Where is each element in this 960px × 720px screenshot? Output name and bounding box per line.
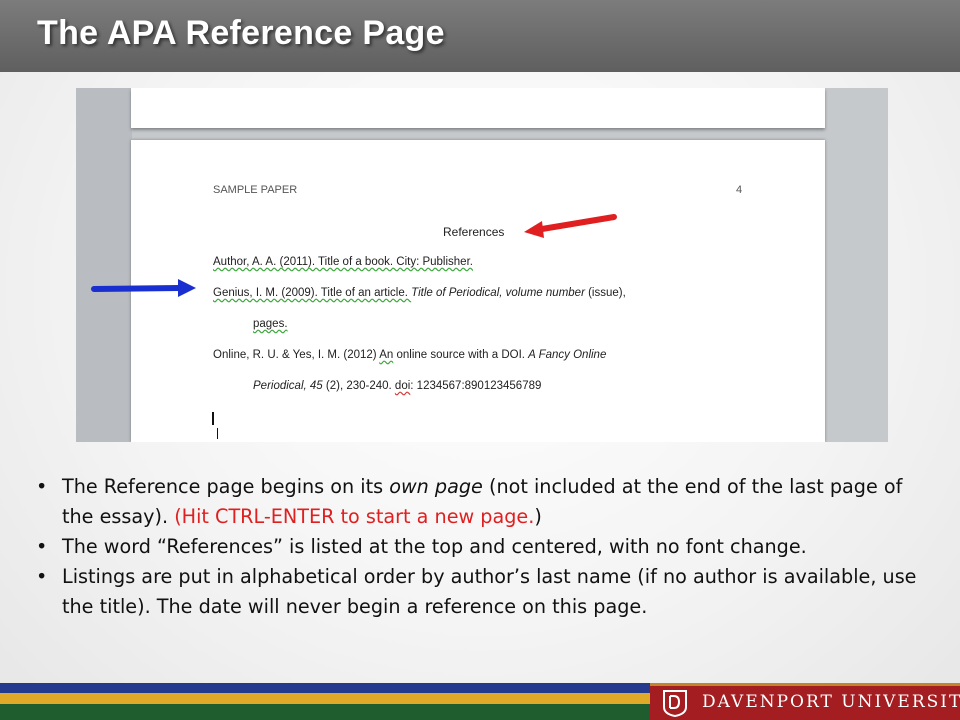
reference-entry-3-continuation: Periodical, 45 (2), 230-240. doi: 123456… bbox=[253, 380, 541, 392]
slide-title: The APA Reference Page bbox=[37, 14, 445, 52]
bullet-emphasis: own page bbox=[389, 475, 483, 498]
reference-entry-3-volume: Periodical, 45 bbox=[253, 380, 323, 392]
reference-page: SAMPLE PAPER 4 References Author, A. A. … bbox=[131, 140, 825, 442]
references-heading: References bbox=[443, 225, 505, 239]
reference-entry-3-authors: Online, R. U. & Yes, I. M. (2012) bbox=[213, 349, 380, 361]
bullet-item-own-page: • The Reference page begins on its own pa… bbox=[36, 472, 936, 532]
university-logo: DAVENPORT UNIVERSITY bbox=[650, 683, 960, 720]
title-bar: The APA Reference Page bbox=[0, 0, 960, 72]
du-shield-icon bbox=[663, 690, 687, 717]
bullet-highlight: (Hit CTRL-ENTER to start a new page. bbox=[174, 505, 535, 528]
page-number: 4 bbox=[736, 184, 743, 196]
reference-entry-3-periodical: A Fancy Online bbox=[528, 349, 607, 361]
previous-page bbox=[131, 88, 825, 128]
red-arrow-icon bbox=[524, 214, 617, 238]
bullet-text-close: ) bbox=[534, 505, 542, 528]
reference-entry-2-text: Genius, I. M. (2009). Title of an articl… bbox=[213, 287, 412, 299]
bullet-text: Listings are put in alphabetical order b… bbox=[62, 565, 917, 618]
reference-entry-3-an: An bbox=[379, 349, 394, 361]
text-cursor-shadow bbox=[217, 428, 218, 439]
reference-entry-2: Genius, I. M. (2009). Title of an articl… bbox=[213, 287, 626, 299]
blue-arrow-icon bbox=[91, 279, 196, 297]
bullet-icon: • bbox=[36, 475, 48, 498]
reference-entry-2-pages: pages. bbox=[253, 318, 288, 330]
text-cursor bbox=[212, 412, 214, 425]
bullet-text: The Reference page begins on its bbox=[62, 475, 390, 498]
reference-entry-3: Online, R. U. & Yes, I. M. (2012) An onl… bbox=[213, 349, 606, 361]
reference-entry-3-title: online source with a DOI. bbox=[393, 349, 529, 361]
reference-entry-1: Author, A. A. (2011). Title of a book. C… bbox=[213, 256, 473, 268]
bullet-item-centered: • The word “References” is listed at the … bbox=[36, 532, 936, 562]
university-name: DAVENPORT UNIVERSITY bbox=[702, 692, 960, 712]
bullet-icon: • bbox=[36, 565, 48, 588]
document-screenshot: SAMPLE PAPER 4 References Author, A. A. … bbox=[76, 88, 888, 442]
bullet-list: • The Reference page begins on its own pa… bbox=[36, 472, 936, 622]
bullet-item-alphabetical: • Listings are put in alphabetical order … bbox=[36, 562, 936, 622]
bullet-icon: • bbox=[36, 535, 48, 558]
document-gutter bbox=[76, 88, 132, 442]
reference-entry-3-doi: : 1234567:890123456789 bbox=[410, 380, 542, 392]
reference-entry-3-doi-label: doi bbox=[394, 380, 411, 392]
bullet-text: The word “References” is listed at the t… bbox=[62, 535, 807, 558]
reference-entry-1-text: Author, A. A. (2011). Title of a book. C… bbox=[213, 256, 473, 268]
running-head: SAMPLE PAPER bbox=[213, 184, 298, 196]
reference-entry-3-issue: (2), 230-240. bbox=[322, 380, 395, 392]
reference-entry-2-continuation: pages. bbox=[253, 318, 288, 330]
reference-entry-2-periodical: Title of Periodical, volume number bbox=[411, 287, 585, 299]
reference-entry-2-tail: (issue), bbox=[584, 287, 626, 299]
